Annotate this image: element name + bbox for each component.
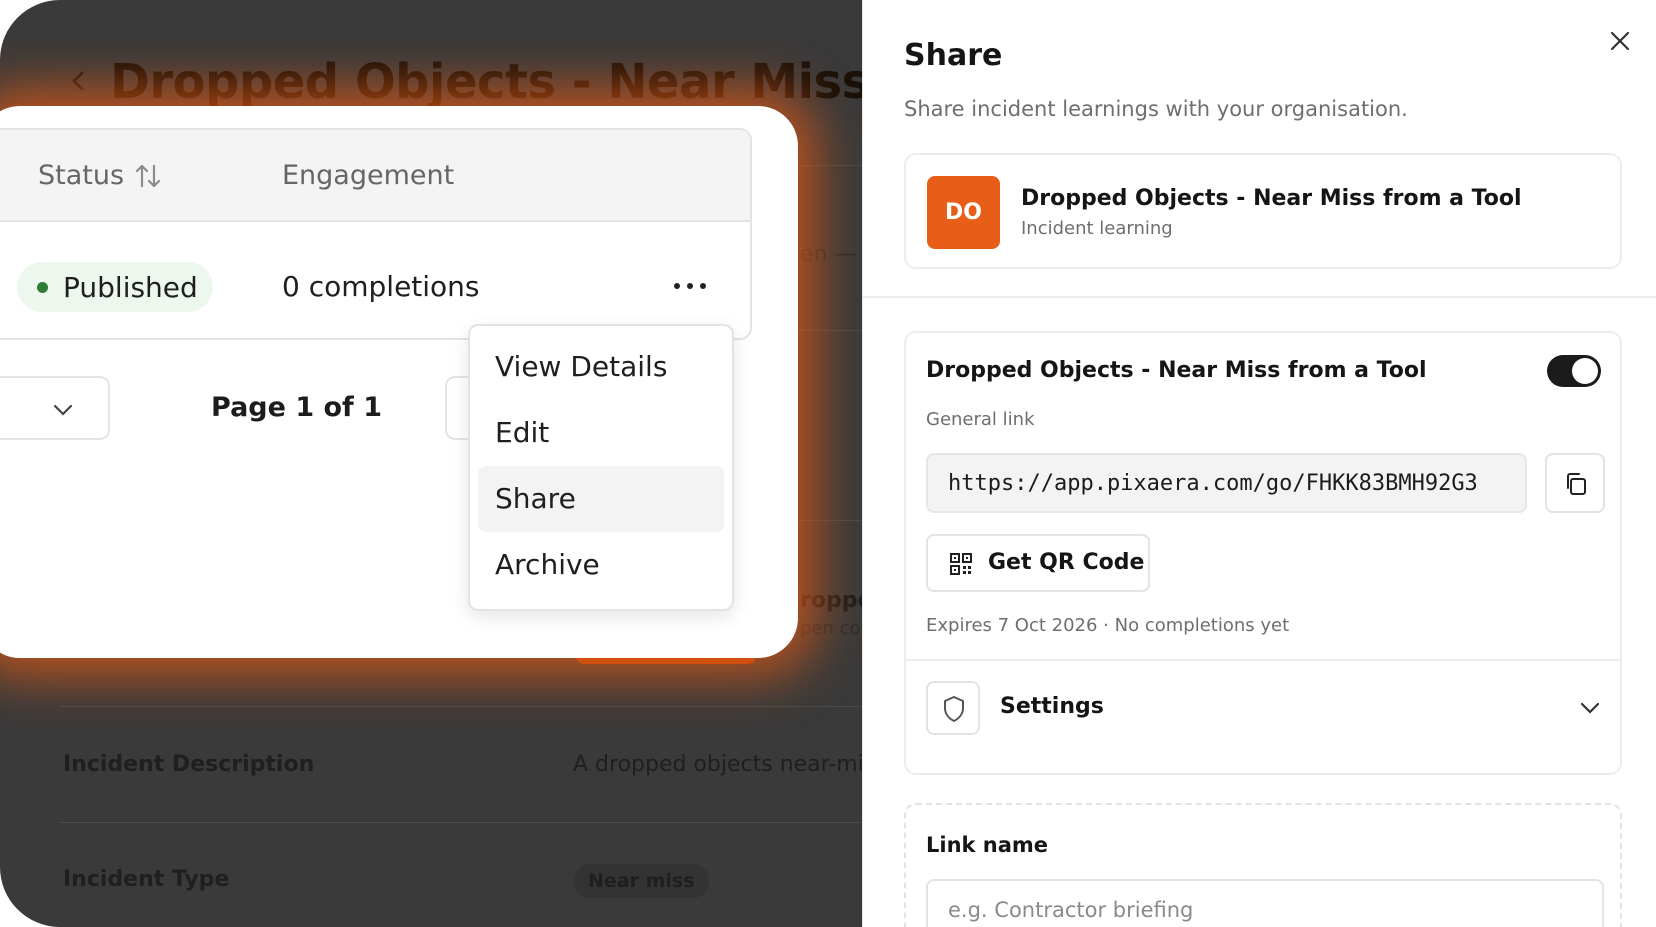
pagination-text: Page 1 of 1: [211, 392, 382, 423]
share-panel: Share Share incident learnings with your…: [862, 0, 1656, 927]
link-meta-text: Expires 7 Oct 2026 · No completions yet: [926, 615, 1290, 636]
share-url-field[interactable]: https://app.pixaera.com/go/FHKK83BMH92G3: [926, 453, 1527, 513]
settings-label: Settings: [1000, 694, 1104, 719]
settings-icon-box: [926, 681, 980, 735]
share-link-card: Dropped Objects - Near Miss from a Tool …: [904, 331, 1622, 775]
copy-link-button[interactable]: [1545, 453, 1605, 513]
link-enabled-toggle[interactable]: [1547, 355, 1601, 387]
incident-type-chip: Near miss: [574, 864, 709, 898]
bg-partial-text: pen cou: [800, 618, 862, 639]
qr-code-icon: [950, 553, 972, 575]
link-name-card: Link name: [904, 803, 1622, 927]
avatar: DO: [927, 176, 1000, 249]
incident-description-value: A dropped objects near-mis: [573, 752, 862, 777]
share-link-title: Dropped Objects - Near Miss from a Tool: [926, 358, 1427, 383]
shared-item-type: Incident learning: [1021, 218, 1173, 239]
menu-item-share[interactable]: Share: [478, 466, 724, 532]
row-actions-menu: View Details Edit Share Archive: [468, 324, 734, 611]
close-icon[interactable]: [1607, 28, 1633, 54]
bg-partial-text: en —: [800, 242, 857, 267]
status-badge: Published: [17, 262, 213, 312]
highlighted-table-card: Status Engagement Published 0 completion…: [0, 106, 798, 658]
page-title: Dropped Objects - Near Miss from: [110, 54, 862, 110]
chevron-down-icon: [1580, 702, 1600, 714]
engagement-value: 0 completions: [282, 270, 480, 303]
link-name-input[interactable]: [926, 879, 1604, 927]
back-chevron-icon: [72, 71, 84, 91]
panel-subtitle: Share incident learnings with your organ…: [904, 97, 1408, 121]
bg-partial-text: roppe: [800, 588, 862, 613]
status-dot: [37, 282, 48, 293]
panel-title: Share: [904, 38, 1003, 73]
incident-description-label: Incident Description: [63, 752, 315, 777]
column-header-engagement: Engagement: [282, 160, 455, 191]
shield-icon: [944, 696, 964, 722]
link-name-label: Link name: [926, 833, 1049, 857]
shared-item-title: Dropped Objects - Near Miss from a Tool: [1021, 186, 1522, 211]
get-qr-code-label: Get QR Code: [988, 550, 1145, 575]
shared-item-card: DO Dropped Objects - Near Miss from a To…: [904, 153, 1622, 269]
table-header: Status Engagement: [0, 130, 750, 222]
sort-icon[interactable]: [132, 160, 164, 192]
row-actions-more-icon[interactable]: [670, 270, 710, 302]
panel-divider: [863, 296, 1656, 298]
column-header-status[interactable]: Status: [38, 160, 124, 191]
bg-divider: [60, 706, 862, 707]
get-qr-code-button[interactable]: Get QR Code: [926, 534, 1150, 592]
menu-item-archive[interactable]: Archive: [478, 532, 724, 598]
incident-table: Status Engagement Published 0 completion…: [0, 128, 752, 340]
bg-divider: [60, 822, 862, 823]
menu-item-view-details[interactable]: View Details: [478, 334, 724, 400]
share-url-text: https://app.pixaera.com/go/FHKK83BMH92G3: [948, 471, 1478, 496]
link-type-label: General link: [926, 409, 1035, 430]
page-size-select[interactable]: [0, 376, 110, 440]
copy-icon: [1567, 473, 1586, 495]
menu-item-edit[interactable]: Edit: [478, 400, 724, 466]
incident-type-label: Incident Type: [63, 867, 230, 892]
chevron-down-icon: [53, 404, 73, 416]
settings-accordion[interactable]: Settings: [906, 661, 1620, 775]
status-label: Published: [63, 271, 198, 304]
